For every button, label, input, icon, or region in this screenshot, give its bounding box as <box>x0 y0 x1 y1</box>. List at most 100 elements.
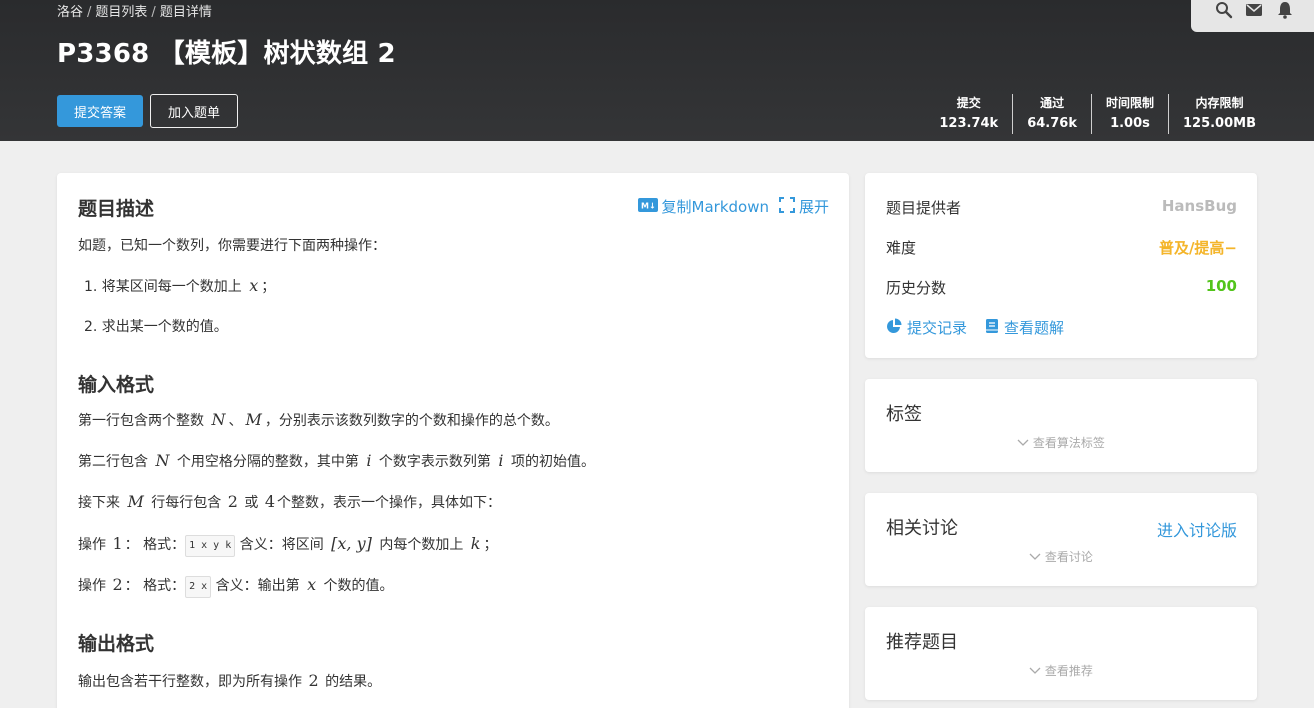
math-num: 1 <box>112 534 123 553</box>
text: 或 <box>239 495 263 511</box>
provider-name[interactable]: HansBug <box>1162 197 1237 218</box>
math-var: i <box>498 451 504 470</box>
stat-submissions: 提交 123.74k <box>925 94 1014 134</box>
search-icon[interactable] <box>1215 1 1233 19</box>
text: ； <box>261 279 276 295</box>
math-num: 2 <box>308 671 319 690</box>
enter-discussion-link[interactable]: 进入讨论版 <box>1157 517 1237 541</box>
difficulty-row: 难度 普及/提高− <box>886 237 1237 258</box>
expand-icon <box>778 196 795 217</box>
math-var: N <box>155 451 170 470</box>
chevron-down-icon <box>1017 436 1029 450</box>
description-intro: 如题，已知一个数列，你需要进行下面两种操作： <box>78 238 386 254</box>
stat-label: 时间限制 <box>1105 96 1154 110</box>
stat-label: 内存限制 <box>1195 96 1244 110</box>
chevron-down-icon <box>1029 664 1041 678</box>
info-links: 提交记录 查看题解 <box>886 317 1064 338</box>
input-line-2: 第二行包含 N 个用空格分隔的整数，其中第 i 个数字表示数列第 i 项的初始值… <box>78 451 595 472</box>
page-title: P3368 【模板】树状数组 2 <box>57 39 396 69</box>
bell-icon[interactable] <box>1276 1 1294 19</box>
mail-icon[interactable] <box>1245 1 1263 19</box>
chevron-down-icon <box>1029 550 1041 564</box>
submit-answer-button[interactable]: 提交答案 <box>57 95 143 127</box>
text: ； <box>483 537 498 553</box>
text: ： 格式： <box>124 537 186 553</box>
submission-records-link[interactable]: 提交记录 <box>886 317 967 338</box>
math-num: 4 <box>264 492 276 511</box>
math-var: [x, y] <box>331 534 372 553</box>
stat-accepted: 通过 64.76k <box>1013 94 1092 134</box>
recommend-card: 推荐题目 查看推荐 <box>865 607 1257 700</box>
breadcrumb-sep: / <box>151 5 156 20</box>
copy-markdown-label: 复制Markdown <box>661 198 769 216</box>
math-var: M <box>127 492 144 511</box>
discussion-title: 相关讨论 <box>886 518 958 539</box>
expand-button[interactable]: 展开 <box>778 196 829 217</box>
provider-row: 题目提供者 HansBug <box>886 197 1237 218</box>
text: ，分别表示该数列数字的个数和操作的总个数。 <box>264 413 559 429</box>
book-icon <box>985 318 999 338</box>
math-var: i <box>366 451 372 470</box>
stat-value: 1.00s <box>1110 116 1150 131</box>
breadcrumb: 洛谷 / 题目列表 / 题目详情 <box>57 1 212 20</box>
content-actions: M↓ 复制Markdown 展开 <box>637 196 829 217</box>
stat-value: 125.00MB <box>1182 116 1256 131</box>
text: 行每行包含 <box>146 495 226 511</box>
expand-label: 展开 <box>798 198 829 216</box>
pie-chart-icon <box>886 318 902 338</box>
view-recommend-toggle[interactable]: 查看推荐 <box>865 662 1257 679</box>
score-value: 100 <box>1205 277 1237 295</box>
top-toolbar <box>1191 0 1314 32</box>
output-line-1: 输出包含若干行整数，即为所有操作 2 的结果。 <box>78 671 381 692</box>
problem-header: 洛谷 / 题目列表 / 题目详情 P3368 【模板】树状数组 2 提交答案 加入题单 … <box>0 0 1314 141</box>
markdown-icon: M↓ <box>637 197 658 216</box>
text: 个数的值。 <box>319 578 394 594</box>
stat-label: 提交 <box>956 96 981 110</box>
text: 接下来 <box>78 495 125 511</box>
math-var: k <box>470 534 481 553</box>
text: 第一行包含两个整数 <box>78 413 209 429</box>
provider-label: 题目提供者 <box>886 199 962 217</box>
view-recommend-label: 查看推荐 <box>1044 664 1093 678</box>
view-solutions-label: 查看题解 <box>1004 319 1065 337</box>
svg-text:M↓: M↓ <box>641 201 656 210</box>
submission-records-label: 提交记录 <box>907 319 968 337</box>
stat-value: 64.76k <box>1027 116 1077 131</box>
input-line-1: 第一行包含两个整数 N、 M ，分别表示该数列数字的个数和操作的总个数。 <box>78 410 559 431</box>
view-discussion-toggle[interactable]: 查看讨论 <box>865 548 1257 565</box>
score-label: 历史分数 <box>886 279 947 297</box>
breadcrumb-problem-list[interactable]: 题目列表 <box>95 5 147 20</box>
text: 输出包含若干行整数，即为所有操作 <box>78 674 307 690</box>
text: 内每个数加上 <box>374 537 468 553</box>
stat-label: 通过 <box>1040 96 1065 110</box>
math-var: N <box>211 410 226 429</box>
problem-info-card: 题目提供者 HansBug 难度 普及/提高− 历史分数 100 提交记录 查看… <box>865 173 1257 358</box>
stat-value: 123.74k <box>939 116 999 131</box>
tags-card: 标签 查看算法标签 <box>865 379 1257 472</box>
inline-code: 2 x <box>185 576 212 598</box>
stat-time-limit: 时间限制 1.00s <box>1092 94 1169 134</box>
operation-item-2: 2. 求出某一个数的值。 <box>84 319 228 335</box>
description-heading: 题目描述 <box>78 198 155 220</box>
view-tags-toggle[interactable]: 查看算法标签 <box>865 434 1257 451</box>
add-to-list-button[interactable]: 加入题单 <box>150 94 238 128</box>
text: 第二行包含 <box>78 454 153 470</box>
breadcrumb-current: 题目详情 <box>159 5 212 20</box>
operation-item-1: 1. 将某区间每一个数加上 x； <box>84 276 275 297</box>
difficulty-value: 普及/提高− <box>1158 239 1237 257</box>
math-var: x <box>307 575 317 594</box>
text: 、 <box>228 413 243 429</box>
input-line-5: 操作 2： 格式： 2 x 含义：输出第 x 个数的值。 <box>78 575 394 598</box>
stat-memory-limit: 内存限制 125.00MB <box>1169 94 1256 134</box>
text: 个用空格分隔的整数，其中第 <box>172 454 364 470</box>
view-solutions-link[interactable]: 查看题解 <box>985 317 1064 338</box>
view-tags-label: 查看算法标签 <box>1032 436 1105 450</box>
copy-markdown-button[interactable]: M↓ 复制Markdown <box>637 196 769 217</box>
breadcrumb-home[interactable]: 洛谷 <box>57 5 83 20</box>
math-var: x <box>249 276 259 295</box>
text: 个整数，表示一个操作，具体如下： <box>277 495 502 511</box>
input-line-4: 操作 1： 格式： 1 x y k 含义：将区间 [x, y] 内每个数加上 k； <box>78 534 497 557</box>
text: 操作 <box>78 578 111 594</box>
output-format-heading: 输出格式 <box>78 633 155 655</box>
difficulty-label: 难度 <box>886 239 917 257</box>
